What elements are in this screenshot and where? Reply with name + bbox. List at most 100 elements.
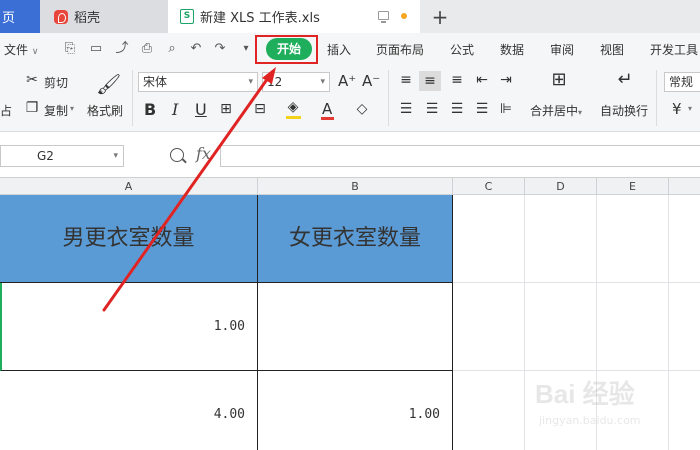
- export-icon[interactable]: ⤴: [114, 41, 130, 57]
- currency-button[interactable]: ¥: [672, 100, 682, 118]
- scissors-icon: ✂: [26, 72, 38, 88]
- tab-view[interactable]: 视图: [600, 41, 624, 58]
- tab-xls-document[interactable]: S 新建 XLS 工作表.xls: [168, 0, 420, 33]
- column-header-b[interactable]: B: [258, 178, 453, 195]
- merge-center-button[interactable]: 合并居中▾: [530, 102, 582, 119]
- chevron-down-icon: ▾: [113, 151, 118, 161]
- formula-bar: G2 ▾ fx: [0, 132, 700, 178]
- tab-review[interactable]: 审阅: [550, 41, 574, 58]
- name-box[interactable]: G2 ▾: [0, 145, 124, 167]
- tab-home[interactable]: 页: [0, 0, 40, 33]
- decrease-indent-icon[interactable]: ⇤: [474, 72, 490, 88]
- justify-icon[interactable]: ☰: [474, 101, 490, 117]
- chevron-down-icon[interactable]: ▾: [688, 104, 692, 113]
- column-header-d[interactable]: D: [525, 178, 597, 195]
- format-painter-icon: 🖌: [96, 72, 122, 96]
- font-name-select[interactable]: 宋体 ▾: [138, 72, 258, 92]
- baidu-watermark: Bai 经验 jingyan.baidu.com: [535, 370, 695, 450]
- tab-daoke-label: 稻壳: [74, 11, 101, 26]
- merge-center-icon: ⊞: [551, 69, 567, 90]
- tab-bar: 页 稻壳 S 新建 XLS 工作表.xls +: [0, 0, 700, 33]
- save-as-icon[interactable]: ⎘: [62, 41, 78, 57]
- number-format-value: 常规: [669, 75, 694, 89]
- menu-file-label: 文件: [4, 43, 29, 57]
- watermark-logo: Bai 经验: [535, 379, 635, 409]
- number-format-select[interactable]: 常规: [664, 72, 700, 92]
- chevron-down-icon: ▾: [320, 77, 325, 87]
- font-color-swatch: [321, 117, 334, 120]
- copy-button[interactable]: 复制: [44, 102, 68, 119]
- function-icon[interactable]: fx: [196, 144, 211, 163]
- monitor-icon[interactable]: [378, 11, 389, 23]
- column-header-c[interactable]: C: [453, 178, 525, 195]
- tab-formula[interactable]: 公式: [450, 41, 474, 58]
- italic-button[interactable]: I: [172, 100, 178, 119]
- watermark-url: jingyan.baidu.com: [539, 414, 641, 427]
- shrink-font-button[interactable]: A⁻: [362, 72, 380, 90]
- copy-dropdown-icon[interactable]: ▾: [70, 104, 74, 113]
- redo-icon[interactable]: ↷: [212, 41, 228, 57]
- font-name-value: 宋体: [143, 75, 168, 89]
- distributed-icon[interactable]: ⊫: [498, 101, 514, 117]
- cell-style-icon[interactable]: ⊟: [252, 101, 268, 117]
- font-size-select[interactable]: 12 ▾: [262, 72, 330, 92]
- cut-button[interactable]: 剪切: [44, 74, 68, 91]
- ribbon-toolbar: 占 ✂ 剪切 ❐ 复制 ▾ 🖌 格式刷 宋体 ▾ 12 ▾ A⁺ A⁻ B I …: [0, 66, 700, 132]
- chevron-down-icon: ∨: [31, 47, 39, 57]
- align-right-icon[interactable]: ☰: [449, 101, 465, 117]
- grow-font-button[interactable]: A⁺: [338, 72, 356, 90]
- new-tab-button[interactable]: +: [430, 0, 450, 33]
- copy-icon: ❐: [25, 100, 39, 116]
- undo-icon[interactable]: ↶: [188, 41, 204, 57]
- tab-developer[interactable]: 开发工具: [650, 41, 698, 58]
- font-size-value: 12: [267, 75, 283, 89]
- tab-data[interactable]: 数据: [500, 41, 524, 58]
- cell-b1[interactable]: 女更衣室数量: [258, 195, 453, 283]
- align-left-icon[interactable]: ☰: [398, 101, 414, 117]
- eraser-icon[interactable]: ◇: [354, 101, 370, 117]
- daoke-icon: [54, 9, 68, 24]
- chevron-down-icon: ▾: [578, 108, 583, 117]
- column-header-a[interactable]: A: [0, 178, 258, 195]
- menu-file[interactable]: 文件 ∨: [4, 41, 38, 58]
- unsaved-dot-icon: [401, 13, 407, 19]
- wrap-text-button[interactable]: 自动换行: [600, 102, 648, 119]
- print-icon[interactable]: ⎙: [139, 41, 155, 57]
- column-header-e[interactable]: E: [597, 178, 669, 195]
- toolbar-divider: [388, 70, 389, 126]
- paste-label[interactable]: 占: [0, 102, 12, 119]
- toolbar-divider: [132, 70, 133, 126]
- align-middle-icon[interactable]: ≡: [419, 71, 441, 91]
- cell-a2[interactable]: 1.00: [0, 283, 258, 371]
- tab-daoke[interactable]: 稻壳: [40, 0, 168, 33]
- tab-home-label: 页: [2, 11, 16, 26]
- cell-a3[interactable]: 4.00: [0, 371, 258, 450]
- cell-b2[interactable]: [258, 283, 453, 371]
- formula-input[interactable]: [220, 145, 700, 167]
- toolbar-divider: [656, 70, 657, 126]
- tab-page-layout[interactable]: 页面布局: [376, 41, 424, 58]
- underline-button[interactable]: U: [195, 100, 207, 119]
- bold-button[interactable]: B: [144, 100, 156, 119]
- gridline: [524, 195, 525, 450]
- cell-b3[interactable]: 1.00: [258, 371, 453, 450]
- align-center-icon[interactable]: ☰: [424, 101, 440, 117]
- zoom-icon[interactable]: [170, 148, 184, 162]
- borders-icon[interactable]: ⊞: [218, 101, 234, 117]
- format-painter-button[interactable]: 格式刷: [87, 102, 123, 119]
- cell-a1[interactable]: 男更衣室数量: [0, 195, 258, 283]
- tab-insert[interactable]: 插入: [327, 41, 351, 58]
- align-bottom-icon[interactable]: ≡: [449, 72, 465, 88]
- print-preview-icon[interactable]: ⌕: [164, 41, 180, 57]
- font-color-button[interactable]: A: [322, 100, 332, 118]
- fill-color-icon[interactable]: ◈: [285, 99, 301, 115]
- align-top-icon[interactable]: ≡: [398, 72, 414, 88]
- save-icon[interactable]: ▭: [88, 41, 104, 57]
- merge-center-label: 合并居中: [530, 104, 579, 118]
- gridline: [453, 282, 700, 283]
- increase-indent-icon[interactable]: ⇥: [498, 72, 514, 88]
- customize-dropdown-icon[interactable]: ▾: [238, 41, 254, 57]
- chevron-down-icon: ▾: [248, 77, 253, 87]
- column-headers: A B C D E: [0, 178, 700, 195]
- ribbon-menu-row: 文件 ∨ ⎘ ▭ ⤴ ⎙ ⌕ ↶ ↷ ▾ 开始 插入 页面布局 公式 数据 审阅…: [0, 33, 700, 66]
